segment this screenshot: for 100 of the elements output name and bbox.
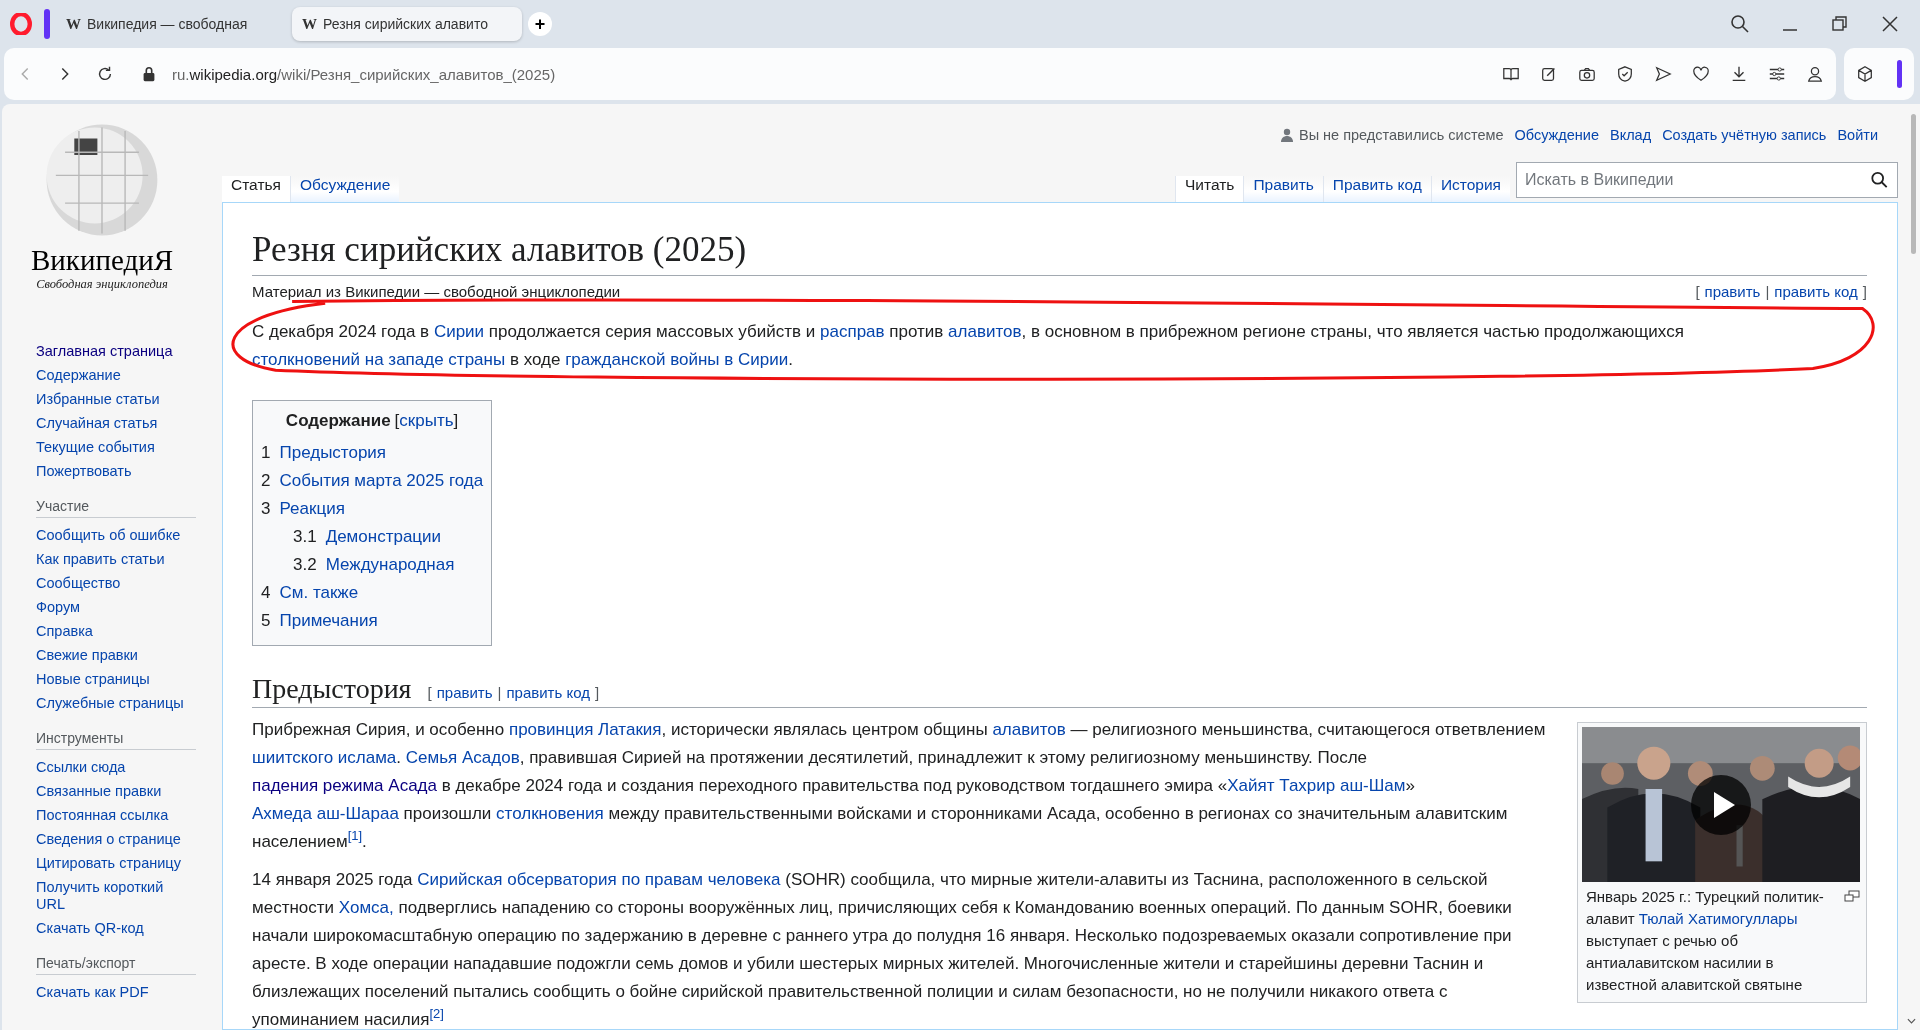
enlarge-icon[interactable]: [1844, 890, 1860, 903]
link[interactable]: алавитов: [948, 321, 1022, 341]
book-icon[interactable]: [1502, 65, 1520, 83]
link[interactable]: столкновений на западе страны: [252, 349, 506, 369]
cube-icon[interactable]: [1855, 65, 1874, 83]
sidebar-link[interactable]: Избранные статьи: [36, 388, 196, 412]
workspace-indicator[interactable]: [44, 9, 50, 39]
download-icon[interactable]: [1730, 65, 1748, 83]
site-subtitle: Материал из Википедии — свободной энциклопедии: [252, 282, 621, 300]
intro-paragraph: С декабря 2024 года в Сирии продолжается серия массовых убийств и расправ против алавитов, в основном в прибрежном регионе страны, что является частью продолжающихся столкновений на западе страны в ходе гражданской войны в Сирии.: [252, 320, 1685, 371]
sidebar-link[interactable]: Постоянная ссылка: [36, 804, 196, 828]
toc-link[interactable]: Предыстория: [279, 438, 387, 467]
sidebar-link[interactable]: Скачать как PDF: [36, 981, 196, 1005]
personal-link[interactable]: Вклад: [1609, 127, 1652, 143]
sidebar-heading: Участие: [36, 498, 196, 518]
sidebar-link[interactable]: Сведения о странице: [36, 828, 196, 852]
sidebar-link[interactable]: Заглавная страница: [36, 340, 196, 364]
heart-icon[interactable]: [1692, 65, 1710, 83]
toc-link[interactable]: См. также: [279, 578, 359, 607]
camera-icon[interactable]: [1578, 65, 1596, 83]
footnote-link[interactable]: [1]: [347, 828, 363, 844]
personal-link[interactable]: Войти: [1837, 127, 1878, 143]
page-tab[interactable]: Обсуждение: [289, 176, 400, 202]
shield-icon[interactable]: [1616, 65, 1634, 83]
sidebar-link[interactable]: Связанные правки: [36, 780, 196, 804]
tab-title: Резня сирийских алавито: [323, 16, 488, 32]
sidebar-link[interactable]: Свежие правки: [36, 644, 196, 668]
link[interactable]: алавитов: [992, 720, 1066, 740]
close-icon[interactable]: [1880, 14, 1900, 34]
profile-icon[interactable]: [1806, 65, 1824, 83]
scrollbar-thumb[interactable]: [1911, 114, 1916, 254]
toc-link[interactable]: Реакция: [279, 494, 345, 523]
view-tab[interactable]: Править: [1243, 176, 1323, 202]
toc-number: 1: [261, 441, 271, 464]
new-tab-button[interactable]: +: [528, 12, 552, 36]
sidebar-link[interactable]: Сообщить об ошибке: [36, 524, 196, 548]
sidebar-link[interactable]: Форум: [36, 596, 196, 620]
toc-number: 5: [261, 609, 271, 632]
toc-link[interactable]: Демонстрации: [325, 522, 442, 551]
sidebar-link[interactable]: Новые страницы: [36, 668, 196, 692]
view-tab[interactable]: Читать: [1175, 176, 1244, 202]
bracket: [: [1695, 282, 1700, 300]
link[interactable]: столкновения: [496, 804, 604, 824]
sidebar-toggle[interactable]: [1897, 60, 1903, 88]
link[interactable]: Хайят Тахрир аш-Шам: [1227, 776, 1406, 796]
settings-icon[interactable]: [1768, 65, 1786, 83]
edit-link[interactable]: править код: [1774, 282, 1858, 300]
link[interactable]: Тюлай Хатимогуллары: [1638, 910, 1798, 928]
edit-link[interactable]: править: [1704, 282, 1761, 300]
browser-tab[interactable]: W Википедия — свободная: [56, 7, 286, 41]
send-icon[interactable]: [1654, 65, 1672, 83]
edit-icon[interactable]: [1540, 65, 1558, 83]
sidebar-link[interactable]: Случайная статья: [36, 412, 196, 436]
personal-link[interactable]: Создать учётную запись: [1662, 127, 1827, 143]
scroll-down-icon[interactable]: [1907, 1018, 1916, 1024]
sidebar-link[interactable]: Как править статьи: [36, 548, 196, 572]
toc-link[interactable]: События марта 2025 года: [279, 466, 484, 495]
sidebar-link[interactable]: Пожертвовать: [36, 460, 196, 484]
bracket: ]: [594, 683, 600, 701]
browser-logo-icon[interactable]: [10, 13, 32, 35]
toc-link[interactable]: Международная: [325, 550, 455, 579]
favicon: W: [66, 15, 81, 33]
sidebar-link[interactable]: Справка: [36, 620, 196, 644]
sidebar-link[interactable]: Получить короткий URL: [36, 876, 196, 917]
link[interactable]: падения режима Асада: [252, 776, 437, 796]
personal-link[interactable]: Обсуждение: [1514, 127, 1599, 143]
sidebar-heading: Печать/экспорт: [36, 955, 196, 975]
sidebar-link[interactable]: Скачать QR-код: [36, 917, 196, 941]
reload-icon[interactable]: [96, 65, 114, 83]
sidebar-link[interactable]: Ссылки сюда: [36, 756, 196, 780]
page-tab[interactable]: Статья: [222, 176, 290, 202]
sidebar-link[interactable]: Содержание: [36, 364, 196, 388]
search-icon[interactable]: [1730, 14, 1750, 34]
link[interactable]: Сирии: [433, 321, 485, 341]
edit-link[interactable]: править код: [506, 683, 590, 701]
toc-number: 4: [261, 581, 271, 604]
favicon: W: [302, 15, 317, 33]
sidebar-link[interactable]: Сообщество: [36, 572, 196, 596]
link[interactable]: Ахмеда аш-Шараа: [252, 804, 399, 824]
play-icon[interactable]: [1691, 775, 1751, 836]
link[interactable]: гражданской войны в Сирии: [565, 349, 789, 369]
sidebar-link[interactable]: Служебные страницы: [36, 692, 196, 716]
view-tab[interactable]: История: [1430, 176, 1510, 202]
link[interactable]: провинция Латакия: [508, 720, 662, 740]
browser-tab[interactable]: W Резня сирийских алавито: [292, 7, 522, 41]
link[interactable]: Семья Асадов: [405, 748, 520, 768]
link[interactable]: Хомса,: [338, 898, 394, 918]
hide-link[interactable]: скрыть: [399, 410, 454, 430]
link[interactable]: Сирийская обсерватория по правам человека: [417, 870, 781, 890]
view-tab[interactable]: Править код: [1322, 176, 1431, 202]
sidebar-link[interactable]: Текущие события: [36, 436, 196, 460]
edit-link[interactable]: править: [436, 683, 493, 701]
footnote-link[interactable]: [2]: [429, 1006, 444, 1022]
sidebar-link[interactable]: Цитировать страницу: [36, 852, 196, 876]
link[interactable]: шиитского ислама: [252, 748, 397, 768]
caption: Январь 2025 г.: Турецкий политик-алавит Тюлай Хатимогуллары выступает с речью об антиалавитском насилии в известной алавитской святыне: [1586, 887, 1825, 996]
link[interactable]: расправ: [820, 321, 885, 341]
toc-link[interactable]: Примечания: [279, 606, 378, 635]
restore-icon[interactable]: [1830, 14, 1850, 34]
toc-number: 3: [261, 497, 271, 520]
